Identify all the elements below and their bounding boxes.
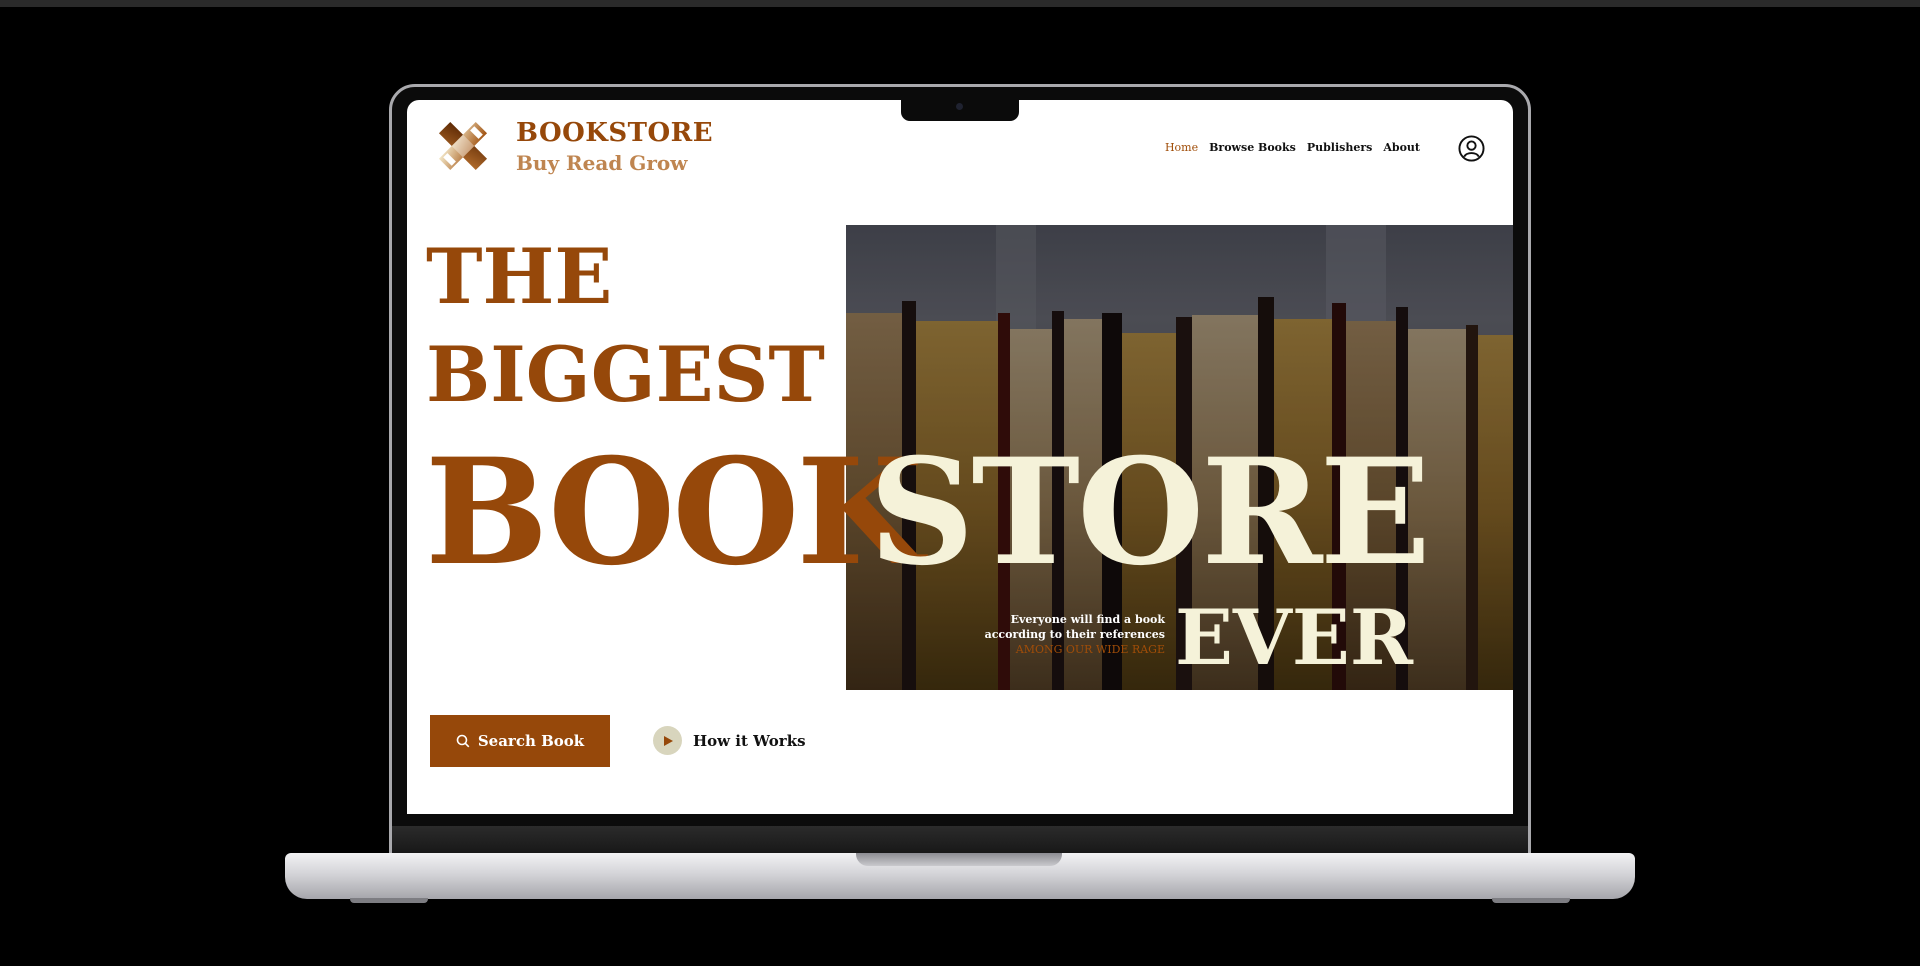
laptop-foot-right — [1492, 898, 1570, 903]
nav-home[interactable]: Home — [1165, 141, 1198, 154]
search-icon — [456, 734, 470, 748]
headline-ever: EVER — [1175, 593, 1413, 682]
laptop-opening-notch — [856, 853, 1062, 866]
screen: BOOKSTORE Buy Read Grow Home Browse Book… — [407, 100, 1513, 814]
headline-the: THE — [426, 232, 613, 321]
laptop-foot-left — [350, 898, 428, 903]
headline-book: BOOK — [425, 427, 923, 598]
main-nav: Home Browse Books Publishers About — [1165, 141, 1420, 154]
subtext-line-3: AMONG OUR WIDE RAGE — [1015, 643, 1165, 656]
x-knot-logo-icon[interactable] — [433, 116, 493, 176]
subtext-line-1: Everyone will find a book — [1010, 613, 1165, 626]
how-it-works-link[interactable]: How it Works — [653, 726, 806, 755]
how-it-works-label: How it Works — [693, 731, 806, 750]
user-circle-icon[interactable] — [1458, 135, 1485, 162]
nav-publishers[interactable]: Publishers — [1307, 141, 1373, 154]
laptop-chin — [392, 826, 1528, 856]
camera-notch — [901, 100, 1019, 121]
play-button-circle[interactable] — [653, 726, 682, 755]
headline-biggest: BIGGEST — [426, 330, 825, 419]
top-strip — [0, 0, 1920, 7]
subtext-line-2: according to their references — [984, 628, 1165, 641]
brand-tagline: Buy Read Grow — [516, 151, 688, 175]
nav-browse-books[interactable]: Browse Books — [1209, 141, 1296, 154]
headline-store: STORE — [869, 427, 1431, 598]
hero-subtext: Everyone will find a book according to t… — [985, 612, 1165, 657]
search-book-button[interactable]: Search Book — [430, 715, 610, 767]
play-icon — [663, 735, 673, 746]
search-book-label: Search Book — [477, 732, 585, 750]
camera-icon — [956, 103, 963, 110]
nav-about[interactable]: About — [1383, 141, 1420, 154]
brand-name: BOOKSTORE — [516, 118, 714, 148]
